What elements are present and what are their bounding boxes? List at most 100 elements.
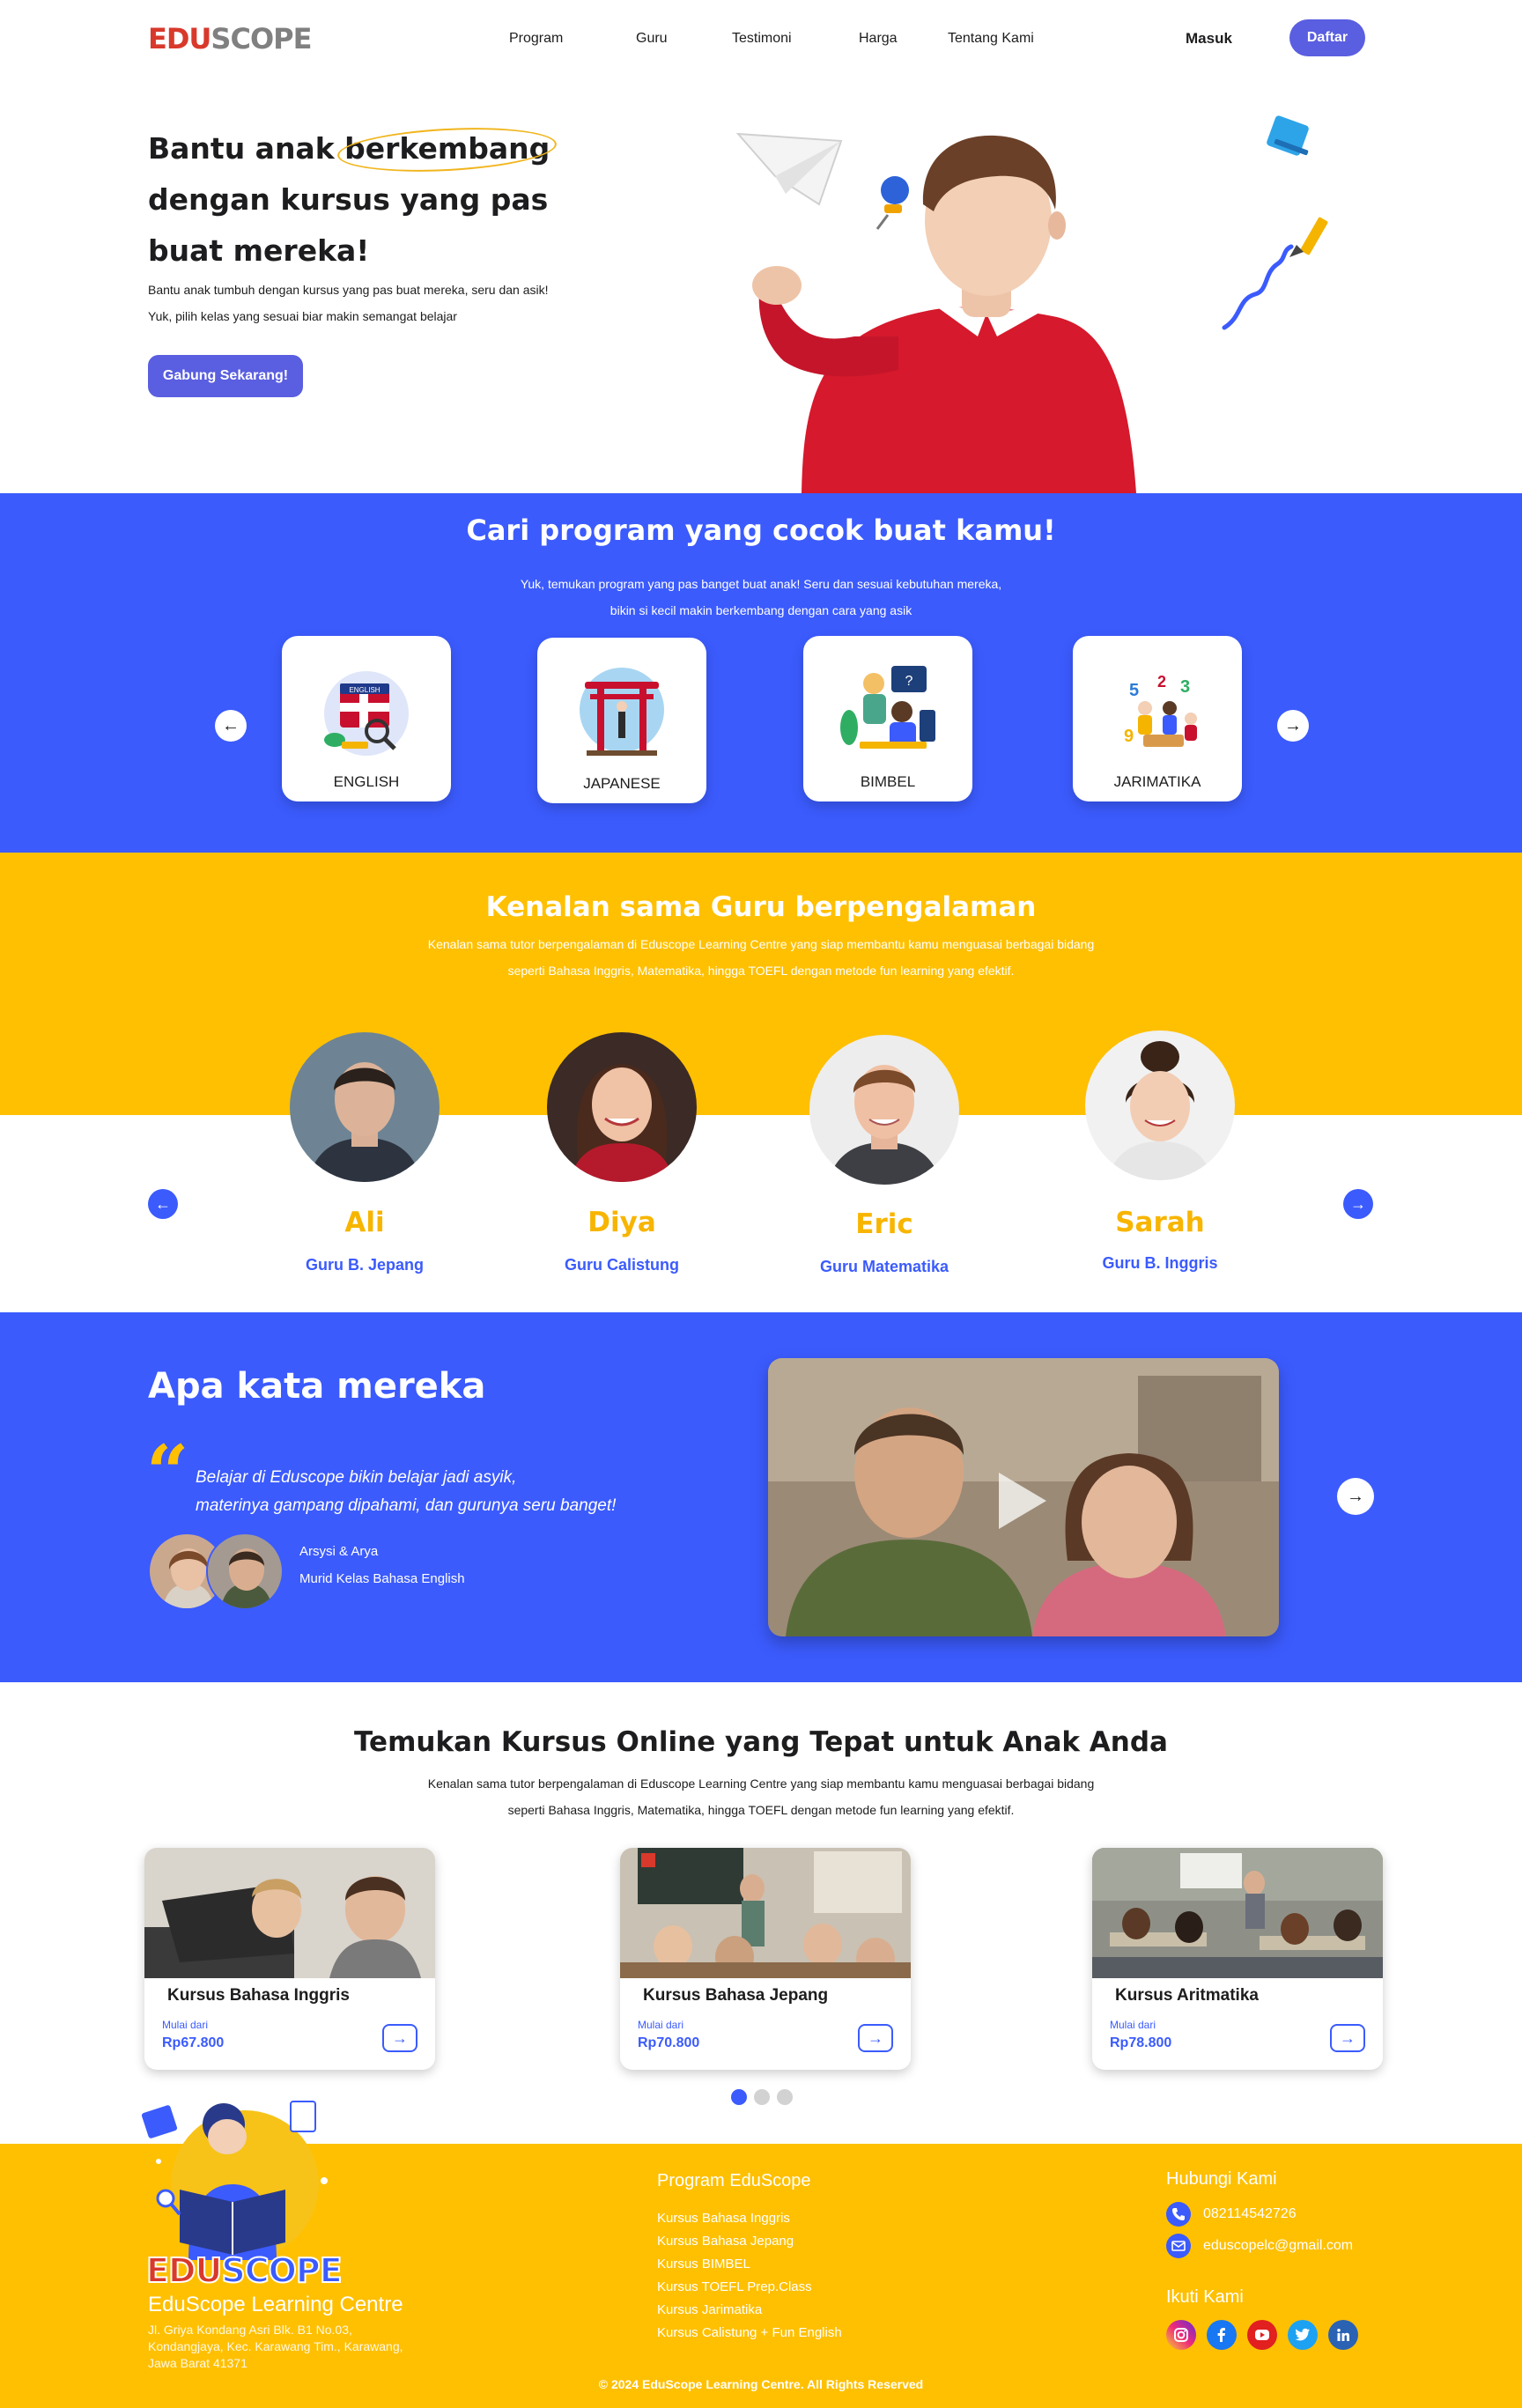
teacher-name: Diya (587, 1207, 656, 1238)
course-open-button[interactable]: → (1330, 2024, 1365, 2052)
arrow-right-icon: → (392, 2028, 408, 2047)
testimonial-title: Apa kata mereka (148, 1366, 486, 1407)
footer-copyright: © 2024 EduScope Learning Centre. All Rig… (598, 2377, 924, 2391)
teacher-role: Guru Calistung (565, 1256, 679, 1274)
footer-logo: EDUSCOPE (145, 2250, 344, 2291)
program-card-label: BIMBEL (860, 773, 916, 790)
course-name: Kursus Aritmatika (1115, 1986, 1259, 2005)
footer-link-jarimatika[interactable]: Kursus Jarimatika (657, 2299, 762, 2322)
hero-boy-illustration (735, 115, 1328, 493)
hero-subtitle: Bantu anak tumbuh dengan kursus yang pas… (148, 283, 549, 323)
course-image (1092, 1848, 1383, 1978)
hero-title: Bantu anak berkembang dengan kursus yang… (148, 123, 641, 277)
teacher-name: Eric (855, 1208, 913, 1240)
course-image (620, 1848, 911, 1978)
testimonial-video[interactable] (768, 1358, 1279, 1636)
program-card-japanese[interactable]: JAPANESE (537, 638, 706, 803)
facebook-icon[interactable] (1207, 2320, 1237, 2350)
course-open-button[interactable]: → (382, 2024, 417, 2052)
arrow-right-icon: → (1340, 2028, 1356, 2047)
instagram-icon[interactable] (1166, 2320, 1196, 2350)
pagination-dot-active[interactable] (731, 2089, 747, 2105)
join-now-button[interactable]: Gabung Sekarang! (148, 355, 303, 397)
course-name: Kursus Bahasa Inggris (167, 1986, 350, 2005)
footer-link-japanese[interactable]: Kursus Bahasa Jepang (657, 2230, 794, 2253)
nav-tentang-kami[interactable]: Tentang Kami (948, 30, 1034, 48)
student-avatar-2 (206, 1533, 284, 1610)
footer-follow-heading: Ikuti Kami (1166, 2287, 1244, 2307)
teacher-name: Ali (344, 1207, 385, 1238)
linkedin-icon[interactable] (1328, 2320, 1358, 2350)
english-illustration-icon: ENGLISH (324, 671, 409, 756)
teacher-avatar-eric (809, 1035, 959, 1185)
programs-prev-button[interactable]: ← (215, 710, 247, 742)
nav-harga[interactable]: Harga (859, 30, 898, 48)
footer-programs-heading: Program EduScope (657, 2171, 811, 2190)
pagination-dot[interactable] (777, 2089, 793, 2105)
testimonial-next-button[interactable]: → (1337, 1478, 1374, 1515)
footer-link-calistung[interactable]: Kursus Calistung + Fun English (657, 2322, 842, 2345)
pagination-dot[interactable] (754, 2089, 770, 2105)
program-card-jarimatika[interactable]: 5 2 3 9 JARIMATIKA (1073, 636, 1242, 801)
course-price-label: Mulai dari (638, 2019, 684, 2031)
arrow-right-icon: → (1284, 716, 1302, 735)
programs-description: Yuk, temukan program yang pas banget bua… (520, 577, 1002, 617)
nav-program[interactable]: Program (509, 30, 563, 48)
course-price: Rp70.800 (638, 2035, 700, 2050)
arrow-right-icon: → (1350, 1194, 1366, 1213)
teacher-role: Guru Matematika (819, 1258, 949, 1275)
teachers-next-button[interactable]: → (1343, 1189, 1373, 1219)
quote-icon: “ (146, 1429, 189, 1516)
program-card-label: ENGLISH (333, 773, 400, 790)
student-name: Arsysi & Arya (299, 1544, 379, 1559)
teachers-title: Kenalan sama Guru berpengalaman (485, 891, 1037, 923)
footer-mascot-illustration (141, 2101, 328, 2260)
teacher-role: Guru B. Jepang (305, 1256, 424, 1274)
footer-address: Jl. Griya Kondang Asri Blk. B1 No.03, Ko… (148, 2323, 403, 2370)
arrow-right-icon: → (868, 2028, 883, 2047)
course-name: Kursus Bahasa Jepang (643, 1986, 829, 2005)
course-card-aritmatika[interactable]: Kursus Aritmatika Mulai dari Rp78.800 → (1092, 1848, 1383, 2070)
program-card-label: JAPANESE (583, 775, 661, 792)
courses-description: Kenalan sama tutor berpengalaman di Edus… (427, 1776, 1095, 1817)
login-link[interactable]: Masuk (1186, 30, 1232, 48)
youtube-icon[interactable] (1247, 2320, 1277, 2350)
course-image (144, 1848, 435, 1978)
teacher-avatar-ali (290, 1032, 440, 1182)
courses-title: Temukan Kursus Online yang Tepat untuk A… (354, 1726, 1168, 1758)
jarimatika-math-icon: 5 2 3 9 (1124, 673, 1197, 747)
footer-org-name: EduScope Learning Centre (148, 2293, 403, 2316)
programs-next-button[interactable]: → (1277, 710, 1309, 742)
footer-link-bimbel[interactable]: Kursus BIMBEL (657, 2253, 750, 2276)
program-card-english[interactable]: ENGLISH ENGLISH (282, 636, 451, 801)
footer-link-toefl[interactable]: Kursus TOEFL Prep.Class (657, 2276, 812, 2299)
register-button[interactable]: Daftar (1289, 19, 1365, 56)
footer-phone[interactable]: 082114542726 (1203, 2205, 1297, 2223)
course-open-button[interactable]: → (858, 2024, 893, 2052)
course-card-english[interactable]: Kursus Bahasa Inggris Mulai dari Rp67.80… (144, 1848, 435, 2070)
program-card-bimbel[interactable]: ? BIMBEL (803, 636, 972, 801)
footer-email[interactable]: eduscopelc@gmail.com (1203, 2237, 1353, 2255)
email-icon (1166, 2234, 1191, 2258)
teachers-description: Kenalan sama tutor berpengalaman di Edus… (427, 937, 1095, 978)
footer-contact-heading: Hubungi Kami (1166, 2169, 1277, 2189)
nav-testimoni[interactable]: Testimoni (732, 30, 792, 48)
course-card-japanese[interactable]: Kursus Bahasa Jepang Mulai dari Rp70.800… (620, 1848, 911, 2070)
arrow-right-icon: → (1347, 1487, 1364, 1506)
teacher-name: Sarah (1115, 1207, 1205, 1238)
hero-title-highlight: berkembang (344, 123, 550, 174)
nav-guru[interactable]: Guru (636, 30, 668, 48)
student-class: Murid Kelas Bahasa English (299, 1571, 465, 1586)
course-price-label: Mulai dari (162, 2019, 209, 2031)
teacher-role: Guru B. Inggris (1102, 1254, 1218, 1272)
course-price: Rp67.800 (162, 2035, 225, 2050)
svg-text:9: 9 (1124, 727, 1134, 746)
logo[interactable]: EDUSCOPE (148, 23, 312, 55)
teachers-prev-button[interactable]: ← (148, 1189, 178, 1219)
footer-link-english[interactable]: Kursus Bahasa Inggris (657, 2207, 790, 2230)
svg-text:5: 5 (1129, 681, 1139, 700)
course-price: Rp78.800 (1110, 2035, 1172, 2050)
japanese-torii-icon (580, 668, 664, 756)
video-thumbnail (768, 1358, 1279, 1636)
twitter-icon[interactable] (1288, 2320, 1318, 2350)
